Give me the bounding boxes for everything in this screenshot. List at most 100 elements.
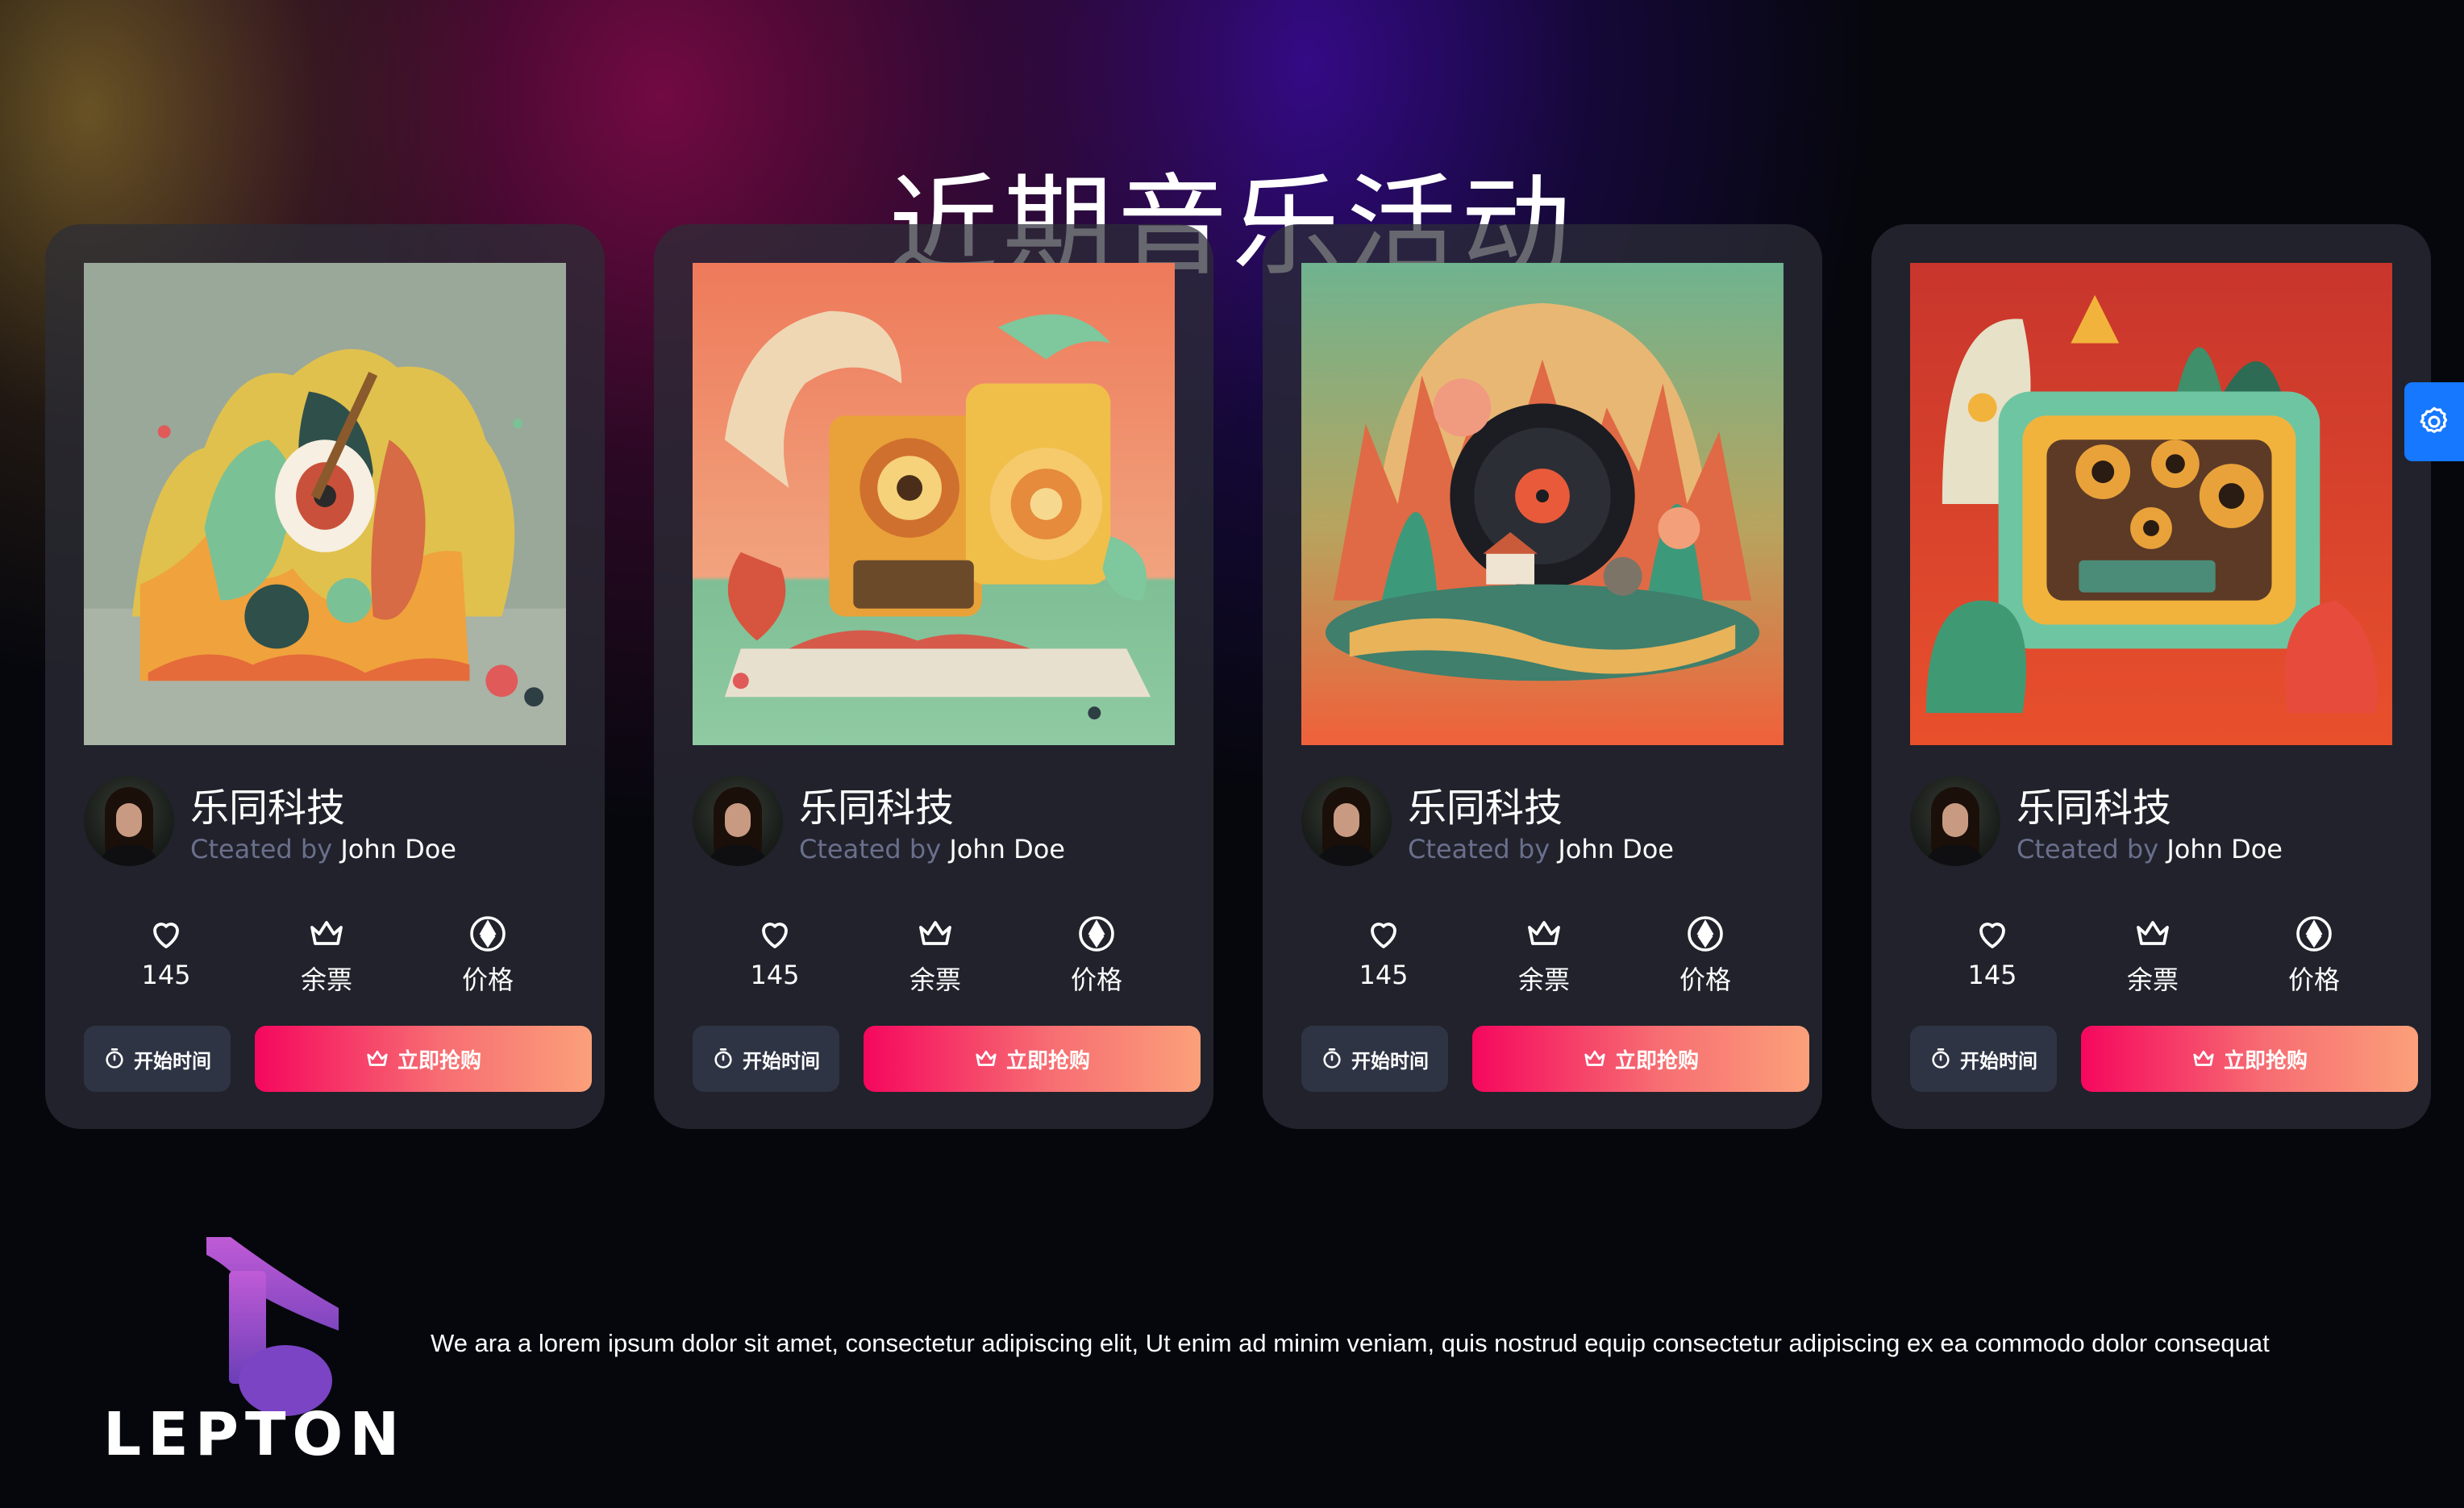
ethereum-icon bbox=[1688, 916, 1723, 952]
tickets-stat[interactable]: 余票 bbox=[246, 914, 407, 997]
creator-name: 乐同科技 bbox=[190, 785, 346, 831]
card-stats: 145 余票 价格 bbox=[693, 914, 1175, 995]
likes-stat[interactable]: 145 bbox=[1912, 914, 2073, 990]
creator-info: 乐同科技 Cteated by John Doe bbox=[693, 776, 1176, 873]
start-time-button[interactable]: 开始时间 bbox=[1301, 1026, 1448, 1092]
start-time-button[interactable]: 开始时间 bbox=[693, 1026, 839, 1092]
created-by: Cteated by John Doe bbox=[1408, 834, 1674, 864]
boombox-artwork[interactable] bbox=[1910, 263, 2392, 745]
crown-icon bbox=[310, 921, 343, 945]
buy-now-label: 立即抢购 bbox=[2223, 1048, 2308, 1073]
price-label: 价格 bbox=[1679, 964, 1731, 995]
price-label: 价格 bbox=[461, 964, 514, 995]
likes-stat[interactable]: 145 bbox=[694, 914, 855, 990]
event-card[interactable]: 乐同科技 Cteated by John Doe 145 余票 价格 开始时间 … bbox=[1263, 224, 1822, 1129]
gear-icon bbox=[2420, 406, 2448, 433]
crown-icon bbox=[367, 1050, 388, 1066]
logo-text: LEPTON bbox=[103, 1400, 406, 1469]
likes-count: 145 bbox=[141, 960, 191, 990]
creator-name: 乐同科技 bbox=[799, 785, 955, 831]
likes-count: 145 bbox=[1359, 960, 1409, 990]
event-card[interactable]: 乐同科技 Cteated by John Doe 145 余票 价格 开始时间 … bbox=[654, 224, 1213, 1129]
tickets-stat[interactable]: 余票 bbox=[2072, 914, 2233, 997]
tickets-stat[interactable]: 余票 bbox=[855, 914, 1016, 997]
creator-info: 乐同科技 Cteated by John Doe bbox=[1301, 776, 1785, 873]
ethereum-icon bbox=[470, 916, 506, 952]
start-time-button[interactable]: 开始时间 bbox=[84, 1026, 231, 1092]
tickets-label: 余票 bbox=[1517, 964, 1570, 995]
avatar[interactable] bbox=[1910, 776, 2000, 866]
likes-count: 145 bbox=[1967, 960, 2017, 990]
creator-author[interactable]: John Doe bbox=[340, 834, 456, 864]
price-label: 价格 bbox=[2287, 964, 2340, 995]
creator-name: 乐同科技 bbox=[2017, 785, 2172, 831]
event-card[interactable]: 乐同科技 Cteated by John Doe 145 余票 价格 开始时间 … bbox=[45, 224, 605, 1129]
tickets-label: 余票 bbox=[909, 964, 961, 995]
card-stats: 145 余票 价格 bbox=[84, 914, 566, 995]
stopwatch-icon bbox=[1932, 1048, 1950, 1069]
avatar[interactable] bbox=[84, 776, 174, 866]
price-stat[interactable]: 价格 bbox=[1625, 914, 1786, 997]
likes-stat[interactable]: 145 bbox=[1303, 914, 1464, 990]
vinyl-artwork[interactable] bbox=[1301, 263, 1783, 745]
card-stats: 145 余票 价格 bbox=[1910, 914, 2392, 995]
buy-now-label: 立即抢购 bbox=[397, 1048, 481, 1073]
created-by: Cteated by John Doe bbox=[190, 834, 456, 864]
creator-name: 乐同科技 bbox=[1408, 785, 1563, 831]
price-stat[interactable]: 价格 bbox=[2233, 914, 2395, 997]
stopwatch-icon bbox=[106, 1048, 123, 1069]
created-by-label: Cteated by bbox=[2017, 834, 2159, 864]
stopwatch-icon bbox=[714, 1048, 732, 1069]
heart-icon bbox=[153, 923, 179, 948]
crown-icon bbox=[919, 921, 951, 945]
tickets-label: 余票 bbox=[2126, 964, 2179, 995]
created-by-label: Cteated by bbox=[1408, 834, 1550, 864]
tickets-stat[interactable]: 余票 bbox=[1463, 914, 1625, 997]
footer-description: We ara a lorem ipsum dolor sit amet, con… bbox=[431, 1329, 2270, 1357]
creator-info: 乐同科技 Cteated by John Doe bbox=[1910, 776, 2394, 873]
buy-now-button[interactable]: 立即抢购 bbox=[2081, 1026, 2418, 1092]
speaker-artwork[interactable] bbox=[693, 263, 1175, 745]
start-time-label: 开始时间 bbox=[1351, 1049, 1429, 1073]
event-card[interactable]: 乐同科技 Cteated by John Doe 145 余票 价格 开始时间 … bbox=[1871, 224, 2431, 1129]
card-stats: 145 余票 价格 bbox=[1301, 914, 1783, 995]
crown-icon bbox=[1528, 921, 1560, 945]
price-stat[interactable]: 价格 bbox=[1016, 914, 1177, 997]
creator-author[interactable]: John Doe bbox=[2166, 834, 2283, 864]
start-time-label: 开始时间 bbox=[743, 1049, 820, 1073]
buy-now-label: 立即抢购 bbox=[1614, 1048, 1699, 1073]
price-stat[interactable]: 价格 bbox=[407, 914, 568, 997]
crown-icon bbox=[976, 1050, 997, 1066]
ethereum-icon bbox=[1079, 916, 1114, 952]
tickets-label: 余票 bbox=[300, 964, 352, 995]
buy-now-button[interactable]: 立即抢购 bbox=[864, 1026, 1201, 1092]
start-time-button[interactable]: 开始时间 bbox=[1910, 1026, 2057, 1092]
avatar[interactable] bbox=[1301, 776, 1392, 866]
buy-now-button[interactable]: 立即抢购 bbox=[255, 1026, 592, 1092]
note-logo-icon bbox=[206, 1237, 339, 1416]
creator-info: 乐同科技 Cteated by John Doe bbox=[84, 776, 568, 873]
settings-button[interactable] bbox=[2404, 382, 2464, 461]
heart-icon bbox=[1371, 923, 1396, 948]
stopwatch-icon bbox=[1323, 1048, 1341, 1069]
created-by-label: Cteated by bbox=[799, 834, 942, 864]
creator-author[interactable]: John Doe bbox=[949, 834, 1065, 864]
likes-count: 145 bbox=[750, 960, 800, 990]
buy-now-label: 立即抢购 bbox=[1005, 1048, 1090, 1073]
crown-icon bbox=[2193, 1050, 2214, 1066]
creator-author[interactable]: John Doe bbox=[1558, 834, 1674, 864]
heart-icon bbox=[1979, 923, 2005, 948]
event-card-list: 乐同科技 Cteated by John Doe 145 余票 价格 开始时间 … bbox=[45, 224, 2432, 1131]
likes-stat[interactable]: 145 bbox=[85, 914, 247, 990]
created-by: Cteated by John Doe bbox=[799, 834, 1065, 864]
created-by-label: Cteated by bbox=[190, 834, 333, 864]
lepton-logo[interactable]: LEPTON bbox=[102, 1231, 440, 1473]
created-by: Cteated by John Doe bbox=[2017, 834, 2283, 864]
buy-now-button[interactable]: 立即抢购 bbox=[1472, 1026, 1809, 1092]
price-label: 价格 bbox=[1070, 964, 1122, 995]
guitar-artwork[interactable] bbox=[84, 263, 566, 745]
heart-icon bbox=[762, 923, 788, 948]
avatar[interactable] bbox=[693, 776, 783, 866]
start-time-label: 开始时间 bbox=[134, 1049, 211, 1073]
crown-icon bbox=[2137, 921, 2169, 945]
